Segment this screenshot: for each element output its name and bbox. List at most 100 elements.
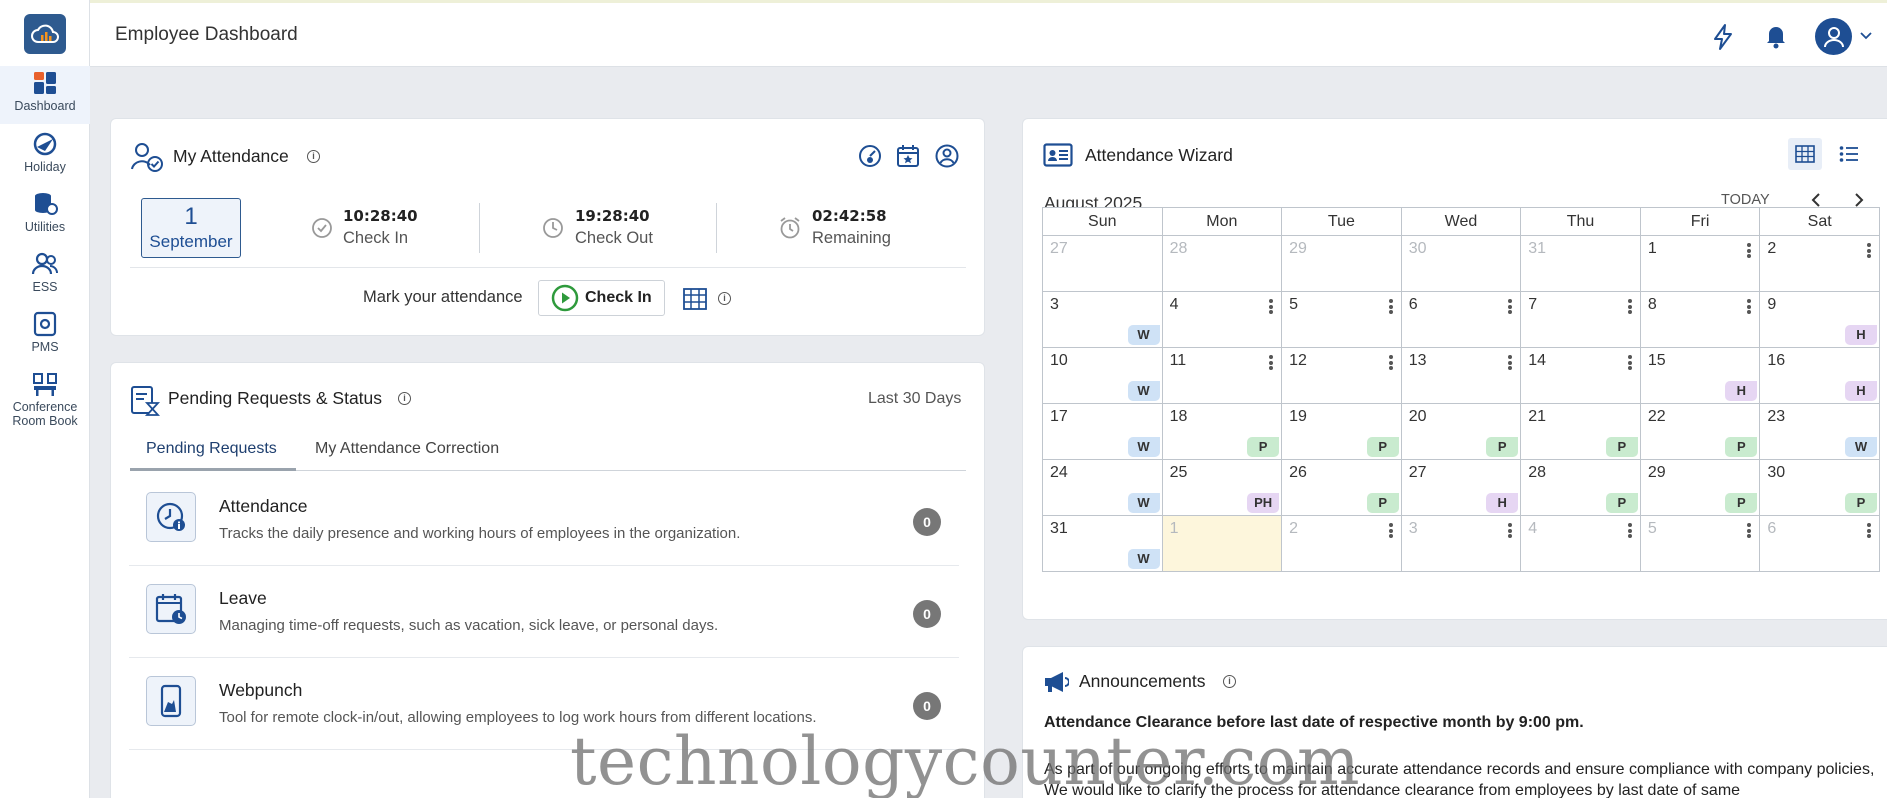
calendar-day-cell[interactable]: 10 W: [1042, 347, 1163, 404]
table-grid-icon[interactable]: [683, 288, 707, 310]
more-options-icon[interactable]: [1269, 299, 1274, 314]
attendance-status-badge: P: [1486, 437, 1519, 457]
calendar-day-cell[interactable]: 27: [1042, 235, 1163, 292]
calendar-day-cell[interactable]: 9H: [1759, 291, 1880, 348]
calendar-day-cell[interactable]: 15 H: [1639, 347, 1761, 404]
calendar-day-cell[interactable]: 30: [1400, 235, 1522, 292]
calendar-day-cell[interactable]: 24 W: [1042, 459, 1163, 516]
calendar-day-cell[interactable]: 29: [1281, 235, 1402, 292]
more-options-icon[interactable]: [1747, 299, 1752, 314]
app-logo[interactable]: [24, 14, 66, 54]
more-options-icon[interactable]: [1388, 299, 1393, 314]
request-count-badge: 0: [913, 600, 941, 628]
calendar-day-cell[interactable]: 2: [1759, 235, 1880, 292]
calendar-day-cell[interactable]: 21 P: [1520, 403, 1641, 460]
sidebar-item-pms[interactable]: PMS: [0, 307, 90, 365]
grid-view-button[interactable]: [1788, 138, 1822, 170]
sidebar-item-ess[interactable]: ESS: [0, 247, 90, 305]
calendar-day-cell[interactable]: 2: [1281, 515, 1402, 572]
calendar-day-cell[interactable]: 30 P: [1759, 459, 1880, 516]
info-icon[interactable]: i: [1223, 675, 1236, 688]
tab-attendance-correction[interactable]: My Attendance Correction: [315, 440, 499, 458]
more-options-icon[interactable]: [1508, 299, 1513, 314]
calendar-day-cell[interactable]: 8: [1639, 291, 1761, 348]
calendar-day-cell[interactable]: 28 P: [1520, 459, 1641, 516]
attendance-status-badge: P: [1605, 493, 1638, 513]
more-options-icon[interactable]: [1747, 523, 1752, 538]
calendar-day-cell[interactable]: 26 P: [1281, 459, 1402, 516]
calendar-day-cell[interactable]: 14: [1520, 347, 1641, 404]
list-view-icon[interactable]: [1839, 145, 1859, 163]
calendar-day-cell[interactable]: 23 W: [1759, 403, 1880, 460]
id-card-icon: [1043, 143, 1073, 167]
chevron-down-icon[interactable]: [1859, 31, 1873, 41]
more-options-icon[interactable]: [1388, 355, 1393, 370]
calendar-day-cell[interactable]: 5: [1281, 291, 1402, 348]
calendar-day-cell[interactable]: 25 PH: [1161, 459, 1283, 516]
more-options-icon[interactable]: [1627, 299, 1632, 314]
calendar-day-cell[interactable]: 13: [1400, 347, 1522, 404]
calendar-day-cell[interactable]: 12: [1281, 347, 1402, 404]
check-in-button[interactable]: Check In: [538, 280, 665, 316]
calendar-day-cell[interactable]: 20 P: [1400, 403, 1522, 460]
day-number: 30: [1408, 240, 1427, 257]
calendar-day-cell[interactable]: 22 P: [1639, 403, 1761, 460]
lightning-icon[interactable]: [1711, 23, 1735, 51]
leave-request-icon-box: [146, 584, 196, 634]
more-options-icon[interactable]: [1867, 243, 1871, 258]
request-row-leave[interactable]: Leave Managing time-off requests, such a…: [129, 566, 959, 658]
more-options-icon[interactable]: [1508, 523, 1513, 538]
more-options-icon[interactable]: [1269, 355, 1274, 370]
calendar-day-cell[interactable]: 1: [1161, 515, 1283, 572]
info-icon[interactable]: i: [718, 292, 731, 305]
calendar-day-cell[interactable]: 3W: [1042, 291, 1163, 348]
bell-icon[interactable]: [1764, 23, 1788, 49]
calendar-day-cell[interactable]: 28: [1161, 235, 1283, 292]
calendar-day-cell[interactable]: 11: [1161, 347, 1283, 404]
sidebar-item-dashboard[interactable]: Dashboard: [0, 66, 90, 124]
more-options-icon[interactable]: [1627, 355, 1632, 370]
more-options-icon[interactable]: [1508, 355, 1513, 370]
user-avatar[interactable]: [1815, 18, 1852, 55]
attendance-status-badge: W: [1127, 381, 1160, 401]
more-options-icon[interactable]: [1867, 523, 1871, 538]
calendar-day-cell[interactable]: 16 H: [1759, 347, 1880, 404]
sidebar-item-conference-room[interactable]: Conference Room Book: [0, 367, 90, 437]
more-options-icon[interactable]: [1747, 243, 1752, 258]
more-options-icon[interactable]: [1627, 523, 1632, 538]
calendar-day-cell[interactable]: 27 H: [1400, 459, 1522, 516]
calendar-day-cell[interactable]: 4: [1161, 291, 1283, 348]
calendar-day-cell[interactable]: 31: [1520, 235, 1641, 292]
calendar-day-cell[interactable]: 6: [1400, 291, 1522, 348]
calendar-day-cell[interactable]: 18 P: [1161, 403, 1283, 460]
calendar-day-cell[interactable]: 7: [1520, 291, 1641, 348]
more-options-icon[interactable]: [1388, 523, 1393, 538]
attendance-status-badge: W: [1845, 437, 1877, 457]
attendance-request-icon-box: [146, 492, 196, 542]
calendar-day-cell[interactable]: 3: [1400, 515, 1522, 572]
weekday-header: Sat: [1759, 207, 1880, 236]
day-number: 17: [1050, 408, 1068, 425]
calendar-day-cell[interactable]: 4: [1520, 515, 1641, 572]
mark-attendance-label: Mark your attendance: [363, 288, 523, 306]
speedometer-icon[interactable]: [857, 143, 883, 169]
calendar-day-cell[interactable]: 17 W: [1042, 403, 1163, 460]
day-number: 4: [1169, 296, 1179, 313]
calendar-day-cell[interactable]: 1: [1639, 235, 1761, 292]
calendar-day-cell[interactable]: 6: [1759, 515, 1880, 572]
sidebar-item-holiday[interactable]: Holiday: [0, 127, 90, 185]
period-filter[interactable]: Last 30 Days: [868, 390, 961, 408]
calendar-star-icon[interactable]: [895, 143, 921, 169]
calendar-day-cell[interactable]: 31 W: [1042, 515, 1163, 572]
info-icon[interactable]: i: [307, 150, 320, 163]
weekday-header: Wed: [1400, 207, 1522, 236]
calendar-day-cell[interactable]: 5: [1639, 515, 1761, 572]
info-icon[interactable]: i: [398, 392, 411, 405]
sidebar-item-utilities[interactable]: Utilities: [0, 187, 90, 245]
user-circle-icon[interactable]: [934, 143, 960, 169]
calendar-day-cell[interactable]: 29 P: [1639, 459, 1761, 516]
tab-pending-requests[interactable]: Pending Requests: [146, 440, 277, 458]
calendar-day-cell[interactable]: 19 P: [1281, 403, 1402, 460]
request-row-attendance[interactable]: Attendance Tracks the daily presence and…: [129, 474, 959, 566]
today-button[interactable]: TODAY: [1721, 192, 1770, 208]
